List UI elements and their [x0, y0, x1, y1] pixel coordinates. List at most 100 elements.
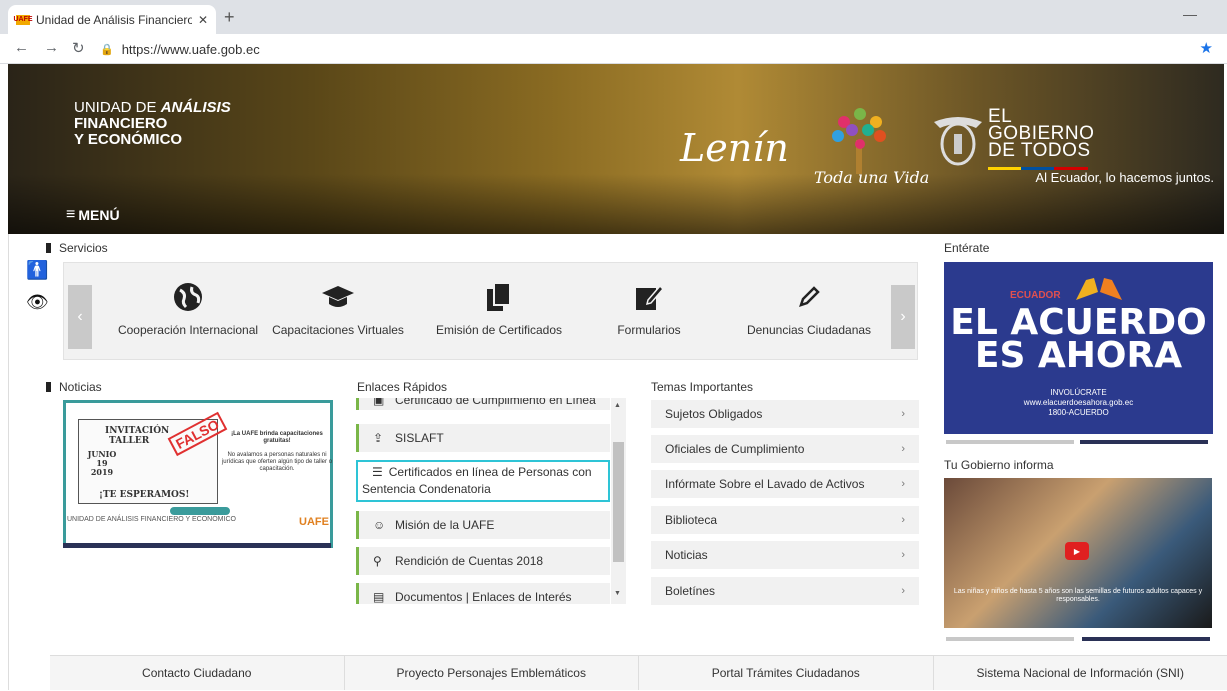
tema-boletines[interactable]: Boletínes›: [651, 577, 919, 605]
footer-contacto[interactable]: Contacto Ciudadano: [50, 656, 345, 690]
section-enlaces: Enlaces Rápidos: [357, 380, 447, 394]
uafe-logo: UAFE: [299, 516, 329, 528]
ad-headline: EL ACUERDO ES AHORA: [944, 306, 1213, 372]
service-certificados[interactable]: Emisión de Certificados: [424, 279, 574, 337]
brand-line3: Y ECONÓMICO: [74, 132, 231, 148]
browser-tab[interactable]: UAFE Unidad de Análisis Financiero y E ✕: [8, 5, 216, 34]
menu-label: MENÚ: [78, 207, 119, 223]
pencil-icon: [797, 285, 821, 309]
hands-icon: [1072, 274, 1126, 304]
tema-biblioteca[interactable]: Biblioteca ›: [651, 506, 919, 534]
link-rendicion[interactable]: ⚲Rendición de Cuentas 2018: [356, 547, 610, 575]
footer-proyecto[interactable]: Proyecto Personajes Emblemáticos: [345, 656, 640, 690]
services-carousel: ‹ Cooperación Internacional Capacitacion…: [63, 262, 918, 360]
accessibility-icon[interactable]: 🚹: [26, 260, 48, 281]
url-input[interactable]: 🔒 https://www.uafe.gob.ec: [100, 38, 1210, 60]
toda-una-vida-text: Toda una Vida: [814, 168, 929, 187]
chevron-right-icon: ›: [901, 549, 905, 561]
browser-tab-bar: UAFE Unidad de Análisis Financiero y E ✕…: [0, 0, 1227, 34]
documents-icon: [485, 281, 513, 313]
ad-pager-dot-1[interactable]: [946, 440, 1074, 444]
service-label: Denuncias Ciudadanas: [734, 323, 884, 337]
link-label: ☰Certificados en línea de Personas con S…: [362, 464, 608, 498]
service-label: Cooperación Internacional: [108, 323, 268, 337]
window-minimize-button[interactable]: —: [1183, 6, 1197, 22]
enlaces-title: Enlaces Rápidos: [357, 380, 447, 394]
chevron-right-icon: ›: [901, 514, 905, 526]
temas-title: Temas Importantes: [651, 380, 753, 394]
service-cooperacion[interactable]: Cooperación Internacional: [108, 279, 268, 337]
footer-links: Contacto Ciudadano Proyecto Personajes E…: [50, 655, 1227, 690]
folder-icon: ▤: [373, 590, 387, 604]
eye-icon[interactable]: 👁: [26, 292, 49, 313]
news-text: ¡La UAFE brinda capacitaciones gratuitas…: [220, 431, 334, 473]
site-banner: UNIDAD DE ANÁLISIS FINANCIERO Y ECONÓMIC…: [8, 64, 1224, 234]
edit-form-icon: [634, 282, 664, 312]
tema-label: Sujetos Obligados: [665, 407, 762, 421]
service-label: Formularios: [594, 323, 704, 337]
list-icon: ☰: [372, 465, 383, 479]
chevron-right-icon: ›: [901, 478, 905, 490]
tema-noticias[interactable]: Noticias›: [651, 541, 919, 569]
link-certificados-sentencia[interactable]: ☰Certificados en línea de Personas con S…: [356, 460, 610, 502]
quick-links-list: ▣ Certificado de Cumplimiento en Línea ⇪S…: [352, 398, 626, 604]
inv-date: JUNIO 19 2019: [87, 450, 117, 477]
globe-icon: [172, 281, 204, 313]
brand-line1-bold: ANÁLISIS: [161, 99, 231, 116]
menu-button[interactable]: ≡ MENÚ: [66, 206, 120, 224]
carousel-next-button[interactable]: ›: [891, 285, 915, 349]
acuerdo-ad-banner[interactable]: ECUADOR EL ACUERDO ES AHORA INVOLÚCRATE …: [944, 262, 1213, 434]
link-sislaft[interactable]: ⇪SISLAFT: [356, 424, 610, 452]
footer-sni[interactable]: Sistema Nacional de Información (SNI): [934, 656, 1227, 690]
tema-label: Biblioteca: [665, 513, 717, 527]
scroll-thumb[interactable]: [613, 442, 624, 562]
service-formularios[interactable]: Formularios: [594, 279, 704, 337]
scroll-down-icon[interactable]: ▼: [614, 590, 621, 597]
document-icon: ▣: [373, 398, 387, 407]
service-capacitaciones[interactable]: Capacitaciones Virtuales: [268, 279, 408, 337]
smile-icon: ☺: [373, 518, 387, 532]
gobierno-video[interactable]: ▶ Las niñas y niños de hasta 5 años son …: [944, 478, 1212, 628]
section-noticias: Noticias: [46, 380, 102, 394]
video-pager-dot-2[interactable]: [1082, 637, 1210, 641]
footer-portal[interactable]: Portal Trámites Ciudadanos: [639, 656, 934, 690]
reload-icon[interactable]: ↻: [72, 39, 85, 57]
video-caption: Las niñas y niños de hasta 5 años son la…: [944, 588, 1212, 604]
link-mision[interactable]: ☺Misión de la UAFE: [356, 511, 610, 539]
link-label: Documentos | Enlaces de Interés: [395, 590, 572, 604]
link-documentos[interactable]: ▤ Documentos | Enlaces de Interés: [356, 583, 610, 604]
url-text: https://www.uafe.gob.ec: [122, 42, 260, 57]
carousel-prev-button[interactable]: ‹: [68, 285, 92, 349]
ad-country: ECUADOR: [1010, 290, 1061, 301]
tema-label: Oficiales de Cumplimiento: [665, 442, 804, 456]
link-certificado-cumplimiento[interactable]: ▣ Certificado de Cumplimiento en Línea: [356, 398, 610, 410]
graduation-cap-icon: [321, 282, 355, 312]
bookmark-star-icon[interactable]: ★: [1200, 39, 1213, 57]
new-tab-button[interactable]: +: [224, 7, 235, 28]
forward-arrow-icon[interactable]: →: [44, 39, 59, 56]
news-footer: UNIDAD DE ANÁLISIS FINANCIERO Y ECONÓMIC…: [63, 516, 333, 528]
gobierno-logo: EL GOBIERNO DE TODOS: [988, 108, 1094, 159]
servicios-title: Servicios: [59, 241, 108, 255]
back-arrow-icon[interactable]: ←: [14, 39, 29, 56]
quick-links-scrollbar[interactable]: ▲ ▼: [611, 398, 626, 604]
ecuador-seal-icon: [930, 112, 986, 172]
invitation-image: INVITACIÓN TALLER JUNIO 19 2019 ¡TE ESPE…: [78, 419, 218, 504]
ad-pager-dot-2[interactable]: [1080, 440, 1208, 444]
link-label: Certificado de Cumplimiento en Línea: [395, 398, 596, 407]
ad-subtext: INVOLÚCRATE www.elacuerdoesahora.gob.ec …: [944, 388, 1213, 418]
banner-tagline: Al Ecuador, lo hacemos juntos.: [1036, 170, 1215, 185]
scroll-up-icon[interactable]: ▲: [614, 402, 621, 409]
lenin-signature: Lenín: [680, 126, 789, 170]
tema-lavado[interactable]: Infórmate Sobre el Lavado de Activos›: [651, 470, 919, 498]
address-bar: ← → ↻ 🔒 https://www.uafe.gob.ec ★: [0, 34, 1227, 64]
video-pager-dot-1[interactable]: [946, 637, 1074, 641]
ad-sub3: 1800-ACUERDO: [944, 408, 1213, 418]
tema-oficiales[interactable]: Oficiales de Cumplimiento›: [651, 435, 919, 463]
play-icon[interactable]: ▶: [1065, 542, 1089, 560]
tema-sujetos-obligados[interactable]: Sujetos Obligados›: [651, 400, 919, 428]
tab-close-icon[interactable]: ✕: [198, 13, 208, 27]
service-denuncias[interactable]: Denuncias Ciudadanas: [734, 279, 884, 337]
site-logo[interactable]: UNIDAD DE ANÁLISIS FINANCIERO Y ECONÓMIC…: [74, 100, 231, 148]
section-temas: Temas Importantes: [651, 380, 753, 394]
